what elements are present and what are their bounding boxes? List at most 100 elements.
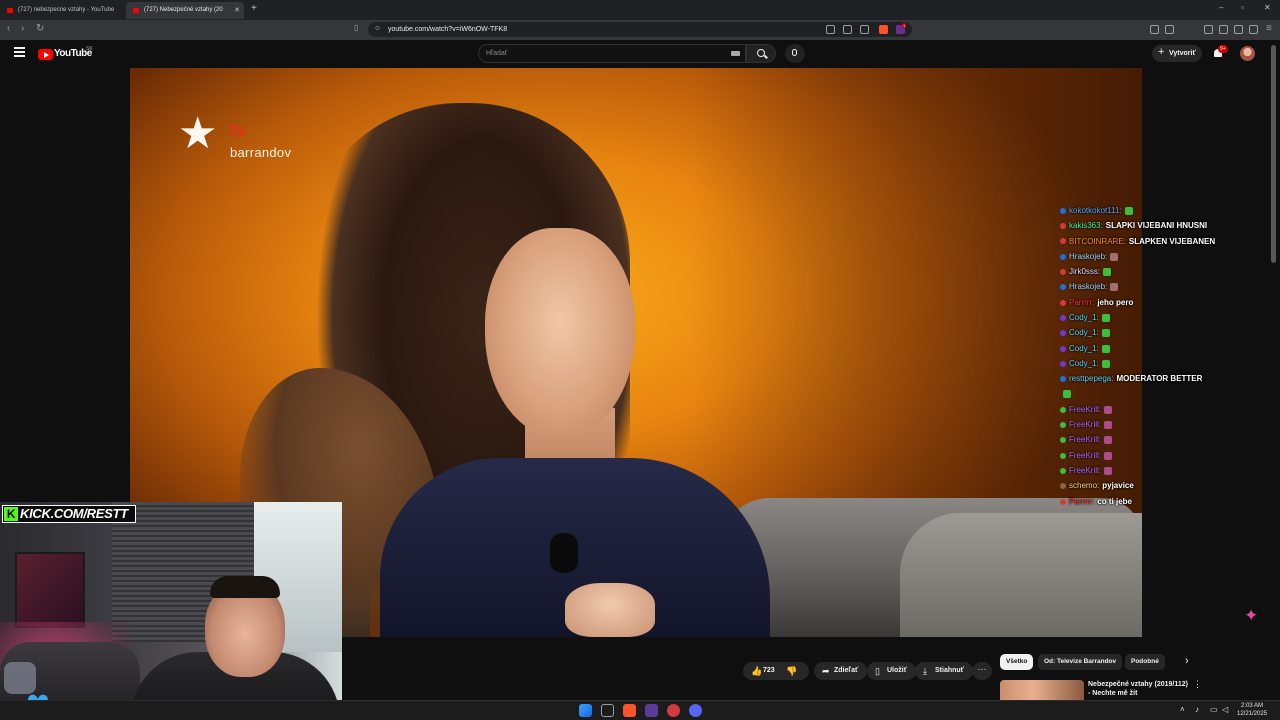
chat-message: Hraskojeb: <box>1060 249 1260 264</box>
share-button[interactable]: ➦ Zdieľať <box>814 662 868 680</box>
more-actions-button[interactable]: ··· <box>972 662 992 680</box>
recommendation-menu-icon[interactable]: ⋮ <box>1193 679 1202 690</box>
recommendation-title[interactable]: Nebezpečné vztahy (2019/112) - Nechte mě… <box>1088 680 1192 698</box>
extensions-icon[interactable] <box>1150 25 1159 34</box>
close-window-icon[interactable]: ✕ <box>1264 3 1271 12</box>
maximize-icon[interactable]: ▫ <box>1241 3 1244 12</box>
new-tab-button[interactable]: + <box>251 3 257 14</box>
wallet-icon[interactable] <box>1219 25 1228 34</box>
save-button[interactable]: ▯ Uložiť <box>867 662 917 680</box>
start-icon[interactable] <box>579 704 592 717</box>
youtube-favicon-icon <box>133 8 139 13</box>
hamburger-menu-icon[interactable] <box>14 47 25 59</box>
scrollbar-thumb[interactable] <box>1271 45 1276 263</box>
recommendation-thumbnail[interactable] <box>1000 680 1084 700</box>
avatar[interactable] <box>1240 46 1255 61</box>
back-icon[interactable]: ‹ <box>7 23 10 34</box>
chat-message: FreeKrill: <box>1060 417 1260 432</box>
minimize-icon[interactable]: – <box>1219 3 1223 12</box>
page-scrollbar[interactable] <box>1270 40 1278 700</box>
chat-badge-icon <box>1060 345 1066 352</box>
dislike-button[interactable]: 👎 <box>786 666 797 677</box>
create-label: Vytvoriť <box>1169 50 1196 57</box>
create-button[interactable]: + Vytvoriť <box>1152 45 1202 62</box>
chat-message: FreeKrill: <box>1060 463 1260 478</box>
chat-badge-icon <box>1060 406 1066 413</box>
chat-message: Cody_1: <box>1060 356 1260 371</box>
chat-username: FreeKrill: <box>1069 466 1102 476</box>
vpn-icon[interactable] <box>1234 25 1243 34</box>
plus-icon: + <box>1158 46 1165 58</box>
chat-username: FreeKrill: <box>1069 404 1102 414</box>
chat-badge-icon <box>1060 314 1066 321</box>
cast-icon[interactable] <box>826 25 835 34</box>
microphone-tray-icon[interactable]: ♪ <box>1195 705 1199 714</box>
taskbar-clock[interactable]: 2:03 AM 12/21/2025 <box>1232 702 1272 718</box>
bookmark-icon[interactable]: ▯ <box>354 23 358 32</box>
chat-username: FreeKrill: <box>1069 420 1102 430</box>
search-input[interactable]: Hľadať <box>478 44 746 63</box>
chat-username: schemo: <box>1069 481 1100 491</box>
search-button[interactable] <box>746 44 776 63</box>
country-code: SK <box>86 46 93 52</box>
tray-overflow-icon[interactable]: ˄ <box>1180 705 1185 714</box>
logo-brand-text: barrandov <box>230 145 292 160</box>
task-view-icon[interactable] <box>601 704 614 717</box>
chat-emote-icon <box>1101 344 1110 353</box>
network-icon[interactable]: ▭ <box>1210 705 1218 714</box>
brave-shield-icon[interactable] <box>879 25 888 34</box>
logo-tv-text: tv <box>230 120 247 140</box>
youtube-logo[interactable]: YouTube SK <box>38 46 98 62</box>
discord-icon[interactable] <box>689 704 702 717</box>
chat-message: Cody_1: <box>1060 341 1260 356</box>
lapel-microphone <box>550 533 578 573</box>
search-icon-handle <box>764 54 768 59</box>
bookmark-save-icon: ▯ <box>875 666 880 676</box>
sidebar-icon[interactable] <box>1204 25 1213 34</box>
chip-from-channel[interactable]: Od: Televize Barrandov <box>1038 654 1123 670</box>
forward-icon[interactable]: › <box>21 23 24 34</box>
app-icon[interactable] <box>667 704 680 717</box>
chip-all[interactable]: Všetko <box>1000 654 1034 670</box>
site-info-icon[interactable]: ⊙ <box>375 22 380 37</box>
reload-icon[interactable]: ↻ <box>36 23 44 34</box>
app-icon[interactable] <box>645 704 658 717</box>
chat-badge-icon <box>1060 467 1066 474</box>
chevron-right-icon[interactable]: › <box>1185 655 1189 667</box>
chat-text: SLAPKEN VIJEBANEN <box>1128 236 1216 246</box>
chat-username: Cody_1: <box>1069 358 1099 368</box>
chat-message: Hraskojeb: <box>1060 279 1260 294</box>
chat-emote-icon <box>1104 466 1113 475</box>
browser-tab[interactable]: (727) nebezpecne vztahy - YouTube <box>0 2 124 19</box>
like-button[interactable]: 👍 723 <box>743 662 809 680</box>
chat-username: Parrrrr: <box>1069 297 1095 307</box>
webcam-poster <box>15 552 85 628</box>
kick-url-text: KICK.COM/RESTT <box>20 506 128 521</box>
keyboard-icon[interactable] <box>731 51 740 56</box>
chip-related[interactable]: Podobné <box>1125 654 1165 670</box>
kick-logo-icon: K <box>4 507 18 521</box>
chat-badge-icon <box>1060 223 1066 230</box>
chat-message: Jirk0sss: <box>1060 264 1260 279</box>
chat-username: Cody_1: <box>1069 328 1099 338</box>
profile-icon[interactable] <box>1249 25 1258 34</box>
close-tab-icon[interactable]: ✕ <box>234 2 240 19</box>
voice-search-button[interactable] <box>785 44 805 63</box>
share-icon[interactable] <box>860 25 869 34</box>
chat-badge-icon <box>1060 238 1066 245</box>
chat-emote-icon <box>1110 283 1119 292</box>
browser-tab-active[interactable]: (727) Nebezpečné vztahy (20 ✕ <box>126 2 244 19</box>
browser-menu-icon[interactable]: ≡ <box>1266 23 1272 34</box>
download-button[interactable]: ⤓ Stiahnuť <box>915 662 974 680</box>
reading-list-icon[interactable] <box>1165 25 1174 34</box>
volume-icon[interactable]: ◁ <box>1222 705 1228 714</box>
chat-username: BITCOINRARE: <box>1069 236 1126 246</box>
chat-emote-icon <box>1101 329 1110 338</box>
tab-title: (727) nebezpecne vztahy - YouTube <box>18 7 115 13</box>
translate-icon[interactable] <box>843 25 852 34</box>
chat-badge-icon <box>1060 299 1066 306</box>
brave-browser-icon[interactable] <box>623 704 636 717</box>
chat-text: co ti jebe <box>1097 496 1133 506</box>
search-placeholder: Hľadať <box>486 50 508 57</box>
chat-username: FreeKrill: <box>1069 435 1102 445</box>
